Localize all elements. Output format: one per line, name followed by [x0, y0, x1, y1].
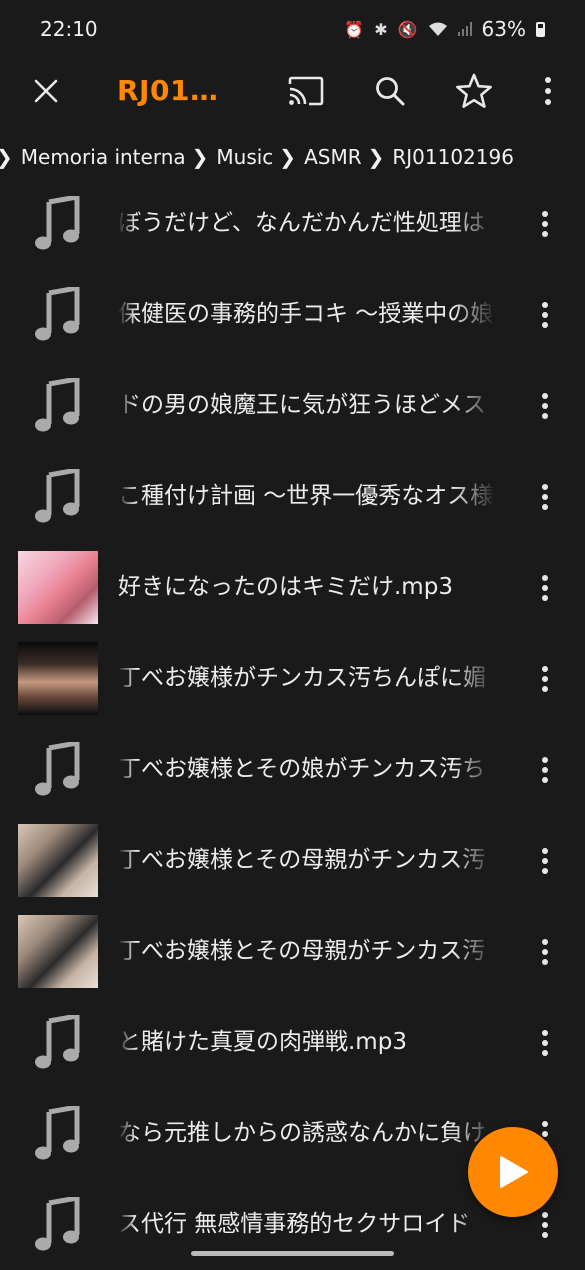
music-note-icon — [18, 1006, 98, 1079]
gesture-home-bar[interactable] — [191, 1251, 394, 1256]
search-icon — [376, 77, 405, 106]
more-vert-icon — [542, 665, 548, 692]
file-name: 丁べお嬢様とその娘がチンカス汚ち — [118, 756, 486, 782]
play-icon — [500, 1156, 528, 1188]
star-icon — [456, 73, 492, 108]
alarm-icon: ⏰ — [344, 19, 365, 39]
file-name: 丁べお嬢様とその母親がチンカス汚 — [118, 847, 486, 873]
search-button[interactable] — [364, 58, 416, 124]
file-name: 丁べお嬢様がチンカス汚ちんぽに媚 — [118, 665, 486, 691]
play-fab-button[interactable] — [468, 1127, 558, 1217]
more-vert-icon — [542, 1029, 548, 1056]
music-note-icon — [18, 369, 98, 442]
more-vert-icon — [542, 210, 548, 237]
file-name: ドの男の娘魔王に気が狂うほどメス — [118, 392, 486, 418]
more-vert-icon — [542, 392, 548, 419]
music-note-icon — [18, 1097, 98, 1170]
chevron-right-icon: ❯ — [191, 145, 209, 169]
item-more-button[interactable] — [530, 178, 560, 269]
status-bar: 22:10 ⏰ ✱ 🔇 63% — [0, 0, 585, 58]
album-cover-art — [18, 642, 98, 715]
album-cover-art — [18, 915, 98, 988]
item-more-button[interactable] — [530, 542, 560, 633]
list-item[interactable]: 丁べお嬢様とその娘がチンカス汚ち — [0, 724, 585, 815]
item-more-button[interactable] — [530, 269, 560, 360]
item-more-button[interactable] — [530, 724, 560, 815]
item-more-button[interactable] — [530, 815, 560, 906]
battery-percent: 63% — [481, 17, 526, 41]
cast-button[interactable] — [280, 58, 332, 124]
breadcrumb-item-memoria-interna[interactable]: Memoria interna — [21, 145, 186, 169]
item-more-button[interactable] — [530, 633, 560, 724]
music-note-icon — [18, 187, 98, 260]
music-note-icon — [18, 733, 98, 806]
app-bar: RJ01… — [0, 58, 585, 124]
more-vert-icon — [542, 938, 548, 965]
file-name: と賭けた真夏の肉弾戦.mp3 — [118, 1029, 407, 1055]
list-item[interactable]: ドの男の娘魔王に気が狂うほどメス — [0, 360, 585, 451]
item-more-button[interactable] — [530, 997, 560, 1088]
list-item[interactable]: 丁べお嬢様がチンカス汚ちんぽに媚 — [0, 633, 585, 724]
more-vert-icon — [542, 756, 548, 783]
music-note-icon — [18, 278, 98, 351]
item-more-button[interactable] — [530, 906, 560, 997]
bluetooth-icon: ✱ — [374, 19, 388, 39]
breadcrumb-item-music[interactable]: Music — [216, 145, 273, 169]
album-cover-art — [18, 824, 98, 897]
signal-icon — [457, 22, 472, 36]
list-item[interactable]: こ種付け計画 〜世界一優秀なオス様 — [0, 451, 585, 542]
more-vert-icon — [545, 77, 551, 105]
file-name: こ種付け計画 〜世界一優秀なオス様 — [118, 483, 494, 509]
list-item[interactable]: 保健医の事務的手コキ 〜授業中の娘 — [0, 269, 585, 360]
music-note-icon — [18, 1188, 98, 1261]
file-name: ス代行 無感情事務的セクサロイド — [118, 1211, 471, 1237]
battery-icon — [536, 21, 545, 37]
item-more-button[interactable] — [530, 360, 560, 451]
list-item[interactable]: 丁べお嬢様とその母親がチンカス汚 — [0, 906, 585, 997]
list-item[interactable]: ぼうだけど、なんだかんだ性処理は — [0, 178, 585, 269]
album-cover-art — [18, 551, 98, 624]
file-name: 丁べお嬢様とその母親がチンカス汚 — [118, 938, 486, 964]
wifi-icon — [428, 22, 447, 36]
close-icon — [34, 79, 58, 103]
status-icons: ⏰ ✱ 🔇 63% — [344, 17, 545, 41]
cast-icon — [288, 76, 324, 106]
more-vert-icon — [542, 483, 548, 510]
status-time: 22:10 — [40, 17, 98, 41]
file-name: 保健医の事務的手コキ 〜授業中の娘 — [118, 301, 494, 327]
item-more-button[interactable] — [530, 451, 560, 542]
file-list: ぼうだけど、なんだかんだ性処理は 保健医の事務的手コキ 〜授業中の娘 ドの男の娘… — [0, 178, 585, 1270]
close-button[interactable] — [22, 58, 70, 124]
page-title: RJ01… — [117, 74, 219, 107]
music-note-icon — [18, 460, 98, 533]
more-vert-icon — [542, 574, 548, 601]
more-vert-icon — [542, 847, 548, 874]
file-name: なら元推しからの誘惑なんかに負け — [118, 1120, 486, 1146]
list-item[interactable]: 丁べお嬢様とその母親がチンカス汚 — [0, 815, 585, 906]
mute-icon: 🔇 — [397, 19, 418, 39]
list-item[interactable]: 好きになったのはキミだけ.mp3 — [0, 542, 585, 633]
favorite-button[interactable] — [448, 58, 500, 124]
breadcrumb-item-current-folder[interactable]: RJ01102196 — [392, 145, 514, 169]
breadcrumb: ❯ Memoria interna ❯ Music ❯ ASMR ❯ RJ011… — [0, 134, 585, 180]
breadcrumb-item-asmr[interactable]: ASMR — [304, 145, 362, 169]
file-name: ぼうだけど、なんだかんだ性処理は — [118, 210, 485, 236]
more-vert-icon — [542, 301, 548, 328]
overflow-menu-button[interactable] — [528, 58, 568, 124]
list-item[interactable]: と賭けた真夏の肉弾戦.mp3 — [0, 997, 585, 1088]
chevron-right-icon: ❯ — [367, 145, 385, 169]
file-name: 好きになったのはキミだけ.mp3 — [118, 574, 453, 600]
chevron-right-icon: ❯ — [279, 145, 297, 169]
chevron-right-icon: ❯ — [0, 145, 13, 169]
more-vert-icon — [542, 1211, 548, 1238]
